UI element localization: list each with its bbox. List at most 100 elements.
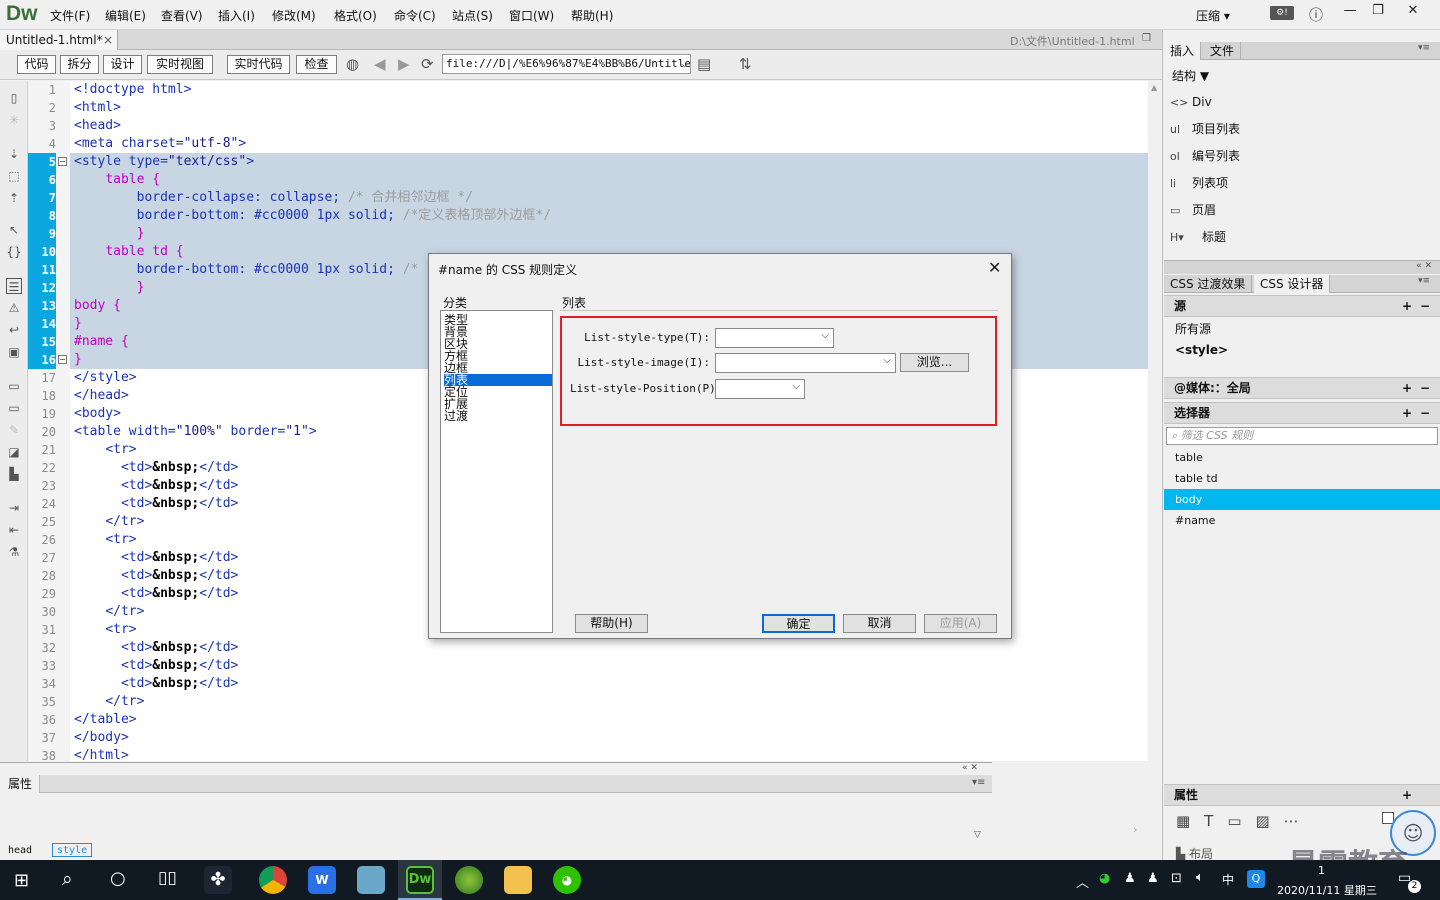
- source-all[interactable]: 所有源: [1164, 319, 1440, 340]
- expand-all-icon[interactable]: ⇡: [6, 190, 22, 206]
- code-line[interactable]: table {: [70, 171, 1148, 189]
- code-view-button[interactable]: 代码: [17, 55, 56, 74]
- back-arrow-icon[interactable]: ◀: [374, 55, 386, 74]
- selector-body[interactable]: body: [1164, 489, 1440, 510]
- menu-window[interactable]: 窗口(W): [509, 7, 554, 24]
- live-view-button[interactable]: 实时视图: [147, 55, 213, 74]
- ok-button[interactable]: 确定: [762, 614, 835, 633]
- add-media-icon[interactable]: +: [1402, 378, 1412, 398]
- dialog-close-icon[interactable]: ✕: [988, 258, 1001, 277]
- code-line[interactable]: </table>: [70, 711, 1148, 729]
- list-style-image-select[interactable]: ⌵: [715, 353, 896, 373]
- menu-modify[interactable]: 修改(M): [272, 7, 316, 24]
- code-line[interactable]: <td>&nbsp;</td>: [70, 675, 1148, 693]
- property-category-icons[interactable]: ▦T▭▨⋯: [1176, 812, 1313, 830]
- highlight-invalid-icon[interactable]: ⚠: [6, 300, 22, 316]
- network-icon[interactable]: ⊡: [1171, 871, 1182, 886]
- code-line[interactable]: border-collapse: collapse; /* 合并相邻边框 */: [70, 189, 1148, 207]
- collapse-selection-icon[interactable]: ⬚: [6, 168, 22, 184]
- dreamweaver-icon[interactable]: Dw: [406, 866, 434, 894]
- panel-menu-icon[interactable]: ▾≡: [1418, 43, 1430, 53]
- move-css-icon[interactable]: ▙: [6, 466, 22, 482]
- cortana-icon[interactable]: ○: [110, 868, 126, 889]
- restore-button[interactable]: ❐: [1361, 0, 1395, 22]
- restore-doc-icon[interactable]: ❐: [1142, 33, 1151, 44]
- live-code-button[interactable]: 实时代码: [227, 55, 290, 74]
- remove-selector-icon[interactable]: −: [1420, 403, 1430, 423]
- document-tab[interactable]: Untitled-1.html* ×: [0, 30, 118, 50]
- code-line[interactable]: </tr>: [70, 693, 1148, 711]
- recent-snippets-icon[interactable]: ◪: [6, 444, 22, 460]
- code-line[interactable]: <td>&nbsp;</td>: [70, 639, 1148, 657]
- code-line[interactable]: </html>: [70, 747, 1148, 761]
- help-button[interactable]: 帮助(H): [575, 614, 648, 633]
- selector-table[interactable]: table: [1164, 447, 1440, 468]
- add-property-icon[interactable]: +: [1402, 785, 1412, 805]
- selector-table-td[interactable]: table td: [1164, 468, 1440, 489]
- task-view-icon[interactable]: ▯▯: [158, 868, 177, 888]
- chevron-down-icon[interactable]: ⌵: [681, 55, 688, 73]
- panel-menu-icon[interactable]: ▾≡: [1418, 276, 1430, 286]
- file-explorer-icon[interactable]: [504, 866, 532, 894]
- scroll-right-icon[interactable]: ›: [1133, 823, 1137, 836]
- insert-item-li[interactable]: li 列表项: [1170, 170, 1228, 196]
- add-selector-icon[interactable]: +: [1402, 403, 1412, 423]
- forward-arrow-icon[interactable]: ▶: [398, 55, 410, 74]
- wrap-tag-icon[interactable]: ✎: [6, 422, 22, 438]
- tray-q-icon[interactable]: Q: [1247, 870, 1265, 888]
- code-line[interactable]: <td>&nbsp;</td>: [70, 657, 1148, 675]
- remove-media-icon[interactable]: −: [1420, 378, 1430, 398]
- word-wrap-icon[interactable]: ↩: [6, 322, 22, 338]
- code-line[interactable]: <html>: [70, 99, 1148, 117]
- fold-toggle-icon[interactable]: −: [58, 355, 67, 364]
- apply-comment-icon[interactable]: ▭: [6, 378, 22, 394]
- syntax-error-icon[interactable]: ▣: [6, 344, 22, 360]
- wechat-icon[interactable]: ◕: [553, 866, 581, 894]
- panel-divider[interactable]: « ✕: [1164, 260, 1440, 274]
- insert-item-ol[interactable]: ol 编号列表: [1170, 143, 1240, 169]
- insert-item-header[interactable]: ▭ 页眉: [1170, 197, 1216, 223]
- chrome-icon[interactable]: [259, 866, 287, 894]
- menu-format[interactable]: 格式(O): [334, 7, 377, 24]
- ime-icon[interactable]: 中: [1222, 871, 1234, 888]
- remove-comment-icon[interactable]: ▭: [6, 400, 22, 416]
- info-icon[interactable]: ⓘ: [1309, 5, 1323, 25]
- menu-site[interactable]: 站点(S): [452, 7, 493, 24]
- tray-wechat-icon[interactable]: ◕: [1099, 871, 1110, 886]
- format-source-icon[interactable]: ⚗: [6, 544, 22, 560]
- open-documents-icon[interactable]: ▯: [6, 90, 22, 106]
- insert-item-ul[interactable]: ul 项目列表: [1170, 116, 1240, 142]
- sync-settings-icon[interactable]: ⚙!: [1270, 6, 1294, 20]
- clock-date[interactable]: 2020/11/11 星期三: [1277, 882, 1377, 898]
- tab-css-transitions[interactable]: CSS 过渡效果: [1164, 275, 1253, 293]
- indent-icon[interactable]: ⇥: [6, 500, 22, 516]
- panel-collapse-icon[interactable]: « ✕: [962, 763, 978, 773]
- source-style[interactable]: <style>: [1164, 340, 1440, 361]
- asterisk-icon[interactable]: ✳: [6, 112, 22, 128]
- category-list[interactable]: 类型 背景 区块 方框 边框 列表 定位 扩展 过渡: [440, 310, 553, 633]
- apply-button[interactable]: 应用(A): [924, 614, 997, 633]
- code-line[interactable]: <style type="text/css">: [70, 153, 1148, 171]
- code-line[interactable]: <meta charset="utf-8">: [70, 135, 1148, 153]
- workspace-switcher[interactable]: 压缩 ▾: [1196, 7, 1230, 24]
- notepad-icon[interactable]: [357, 866, 385, 894]
- pinwheel-app-icon[interactable]: ✤: [204, 866, 232, 894]
- properties-tab[interactable]: 属性: [0, 775, 40, 793]
- menu-edit[interactable]: 编辑(E): [105, 7, 146, 24]
- browse-button[interactable]: 浏览...: [900, 353, 969, 372]
- balance-braces-icon[interactable]: {}: [6, 244, 22, 260]
- collapse-full-tag-icon[interactable]: ⇣: [6, 146, 22, 162]
- url-field[interactable]: file:///D|/%E6%96%87%E4%BB%B6/Untitled ⌵: [442, 54, 691, 74]
- scroll-up-icon[interactable]: ▲: [1151, 83, 1157, 92]
- select-parent-tag-icon[interactable]: ↖: [6, 222, 22, 238]
- tab-css-designer[interactable]: CSS 设计器: [1254, 275, 1331, 293]
- menu-view[interactable]: 查看(V): [161, 7, 203, 24]
- design-view-button[interactable]: 设计: [103, 55, 142, 74]
- expand-properties-icon[interactable]: ▽: [974, 830, 981, 840]
- panel-menu-icon[interactable]: ▾≡: [972, 777, 985, 788]
- list-style-type-select[interactable]: ⌵: [715, 328, 834, 348]
- insert-category-dropdown[interactable]: 结构 ▼: [1172, 67, 1209, 84]
- filter-css-rules-input[interactable]: ⌕ 筛选 CSS 规则: [1166, 427, 1438, 445]
- volume-icon[interactable]: 🔈︎: [1196, 870, 1204, 885]
- globe-icon[interactable]: ◍: [346, 55, 359, 74]
